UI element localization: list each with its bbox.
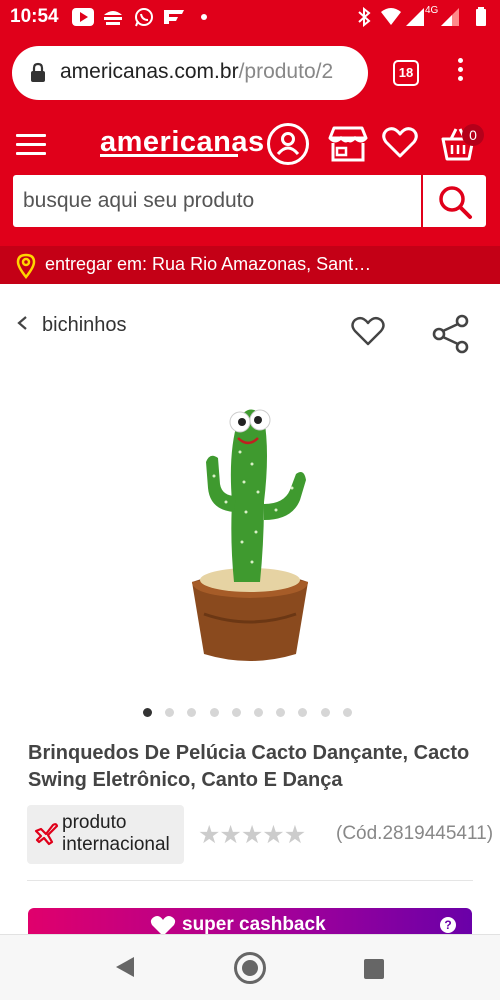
favorite-product-icon[interactable] bbox=[350, 316, 386, 348]
wifi-icon bbox=[381, 8, 401, 25]
cashback-label: super cashback bbox=[182, 914, 326, 935]
network-type: 4G bbox=[425, 5, 439, 16]
dot-icon bbox=[201, 14, 207, 20]
logo-underline bbox=[100, 154, 238, 157]
bluetooth-icon bbox=[358, 7, 371, 27]
carousel-dot[interactable] bbox=[342, 708, 352, 717]
account-icon[interactable] bbox=[266, 122, 310, 166]
browser-menu-icon[interactable] bbox=[452, 58, 468, 88]
international-label: produto internacional bbox=[62, 812, 170, 855]
carousel-dot[interactable] bbox=[298, 708, 308, 717]
back-icon[interactable] bbox=[114, 955, 136, 979]
carousel-dot[interactable] bbox=[209, 708, 219, 717]
system-navigation-bar bbox=[0, 934, 500, 1000]
divider bbox=[27, 880, 473, 881]
url-domain: americanas.com.br bbox=[60, 60, 239, 83]
carousel-dot[interactable] bbox=[320, 708, 330, 717]
signal-icon bbox=[441, 8, 459, 26]
product-rating[interactable]: ★★★★★ bbox=[198, 820, 306, 850]
share-icon[interactable] bbox=[432, 314, 470, 354]
status-time: 10:54 bbox=[10, 6, 59, 27]
lock-icon bbox=[31, 62, 45, 82]
whatsapp-icon bbox=[135, 8, 153, 27]
store-icon[interactable] bbox=[327, 126, 369, 162]
cart-count-badge: 0 bbox=[462, 124, 484, 146]
carousel-dot[interactable] bbox=[231, 708, 241, 717]
carousel-dot[interactable] bbox=[165, 708, 175, 717]
star-icon: ★ bbox=[283, 821, 306, 849]
status-bar: 10:54 4G bbox=[0, 0, 500, 34]
product-title: Brinquedos De Pelúcia Cacto Dançante, Ca… bbox=[28, 742, 470, 791]
url-bar[interactable]: americanas.com.br/produto/2 bbox=[12, 46, 368, 100]
location-pin-icon bbox=[16, 253, 36, 279]
product-code: (Cód.2819445411) bbox=[336, 823, 494, 844]
search-icon bbox=[439, 186, 472, 219]
url-text: americanas.com.br/produto/2 bbox=[60, 60, 360, 84]
star-icon: ★ bbox=[240, 821, 263, 849]
breadcrumb[interactable]: bichinhos bbox=[16, 314, 127, 337]
star-icon: ★ bbox=[262, 821, 284, 849]
international-product-badge: produto internacional bbox=[27, 805, 184, 864]
product-image[interactable] bbox=[180, 392, 320, 668]
airplane-icon bbox=[34, 823, 59, 846]
carousel-dot[interactable] bbox=[254, 708, 263, 717]
delivery-address: entregar em: Rua Rio Amazonas, Sant… bbox=[45, 254, 372, 274]
tab-switcher-button[interactable]: 18 bbox=[393, 60, 419, 86]
search-field bbox=[13, 175, 421, 227]
breadcrumb-label: bichinhos bbox=[42, 314, 127, 336]
recents-icon[interactable] bbox=[364, 959, 384, 979]
star-icon: ★ bbox=[219, 821, 241, 849]
carousel-dot[interactable] bbox=[143, 708, 152, 717]
star-icon: ★ bbox=[198, 821, 220, 849]
info-icon[interactable]: ? bbox=[440, 917, 456, 933]
ifood-icon bbox=[104, 11, 122, 25]
carousel-dot[interactable] bbox=[187, 708, 197, 717]
search-input[interactable] bbox=[13, 175, 421, 227]
flipboard-icon bbox=[164, 10, 184, 24]
chevron-left-icon bbox=[17, 316, 27, 330]
search-button[interactable] bbox=[421, 175, 486, 227]
browser-toolbar: americanas.com.br/produto/2 18 bbox=[0, 34, 500, 112]
carousel-dot[interactable] bbox=[276, 708, 286, 717]
url-path: /produto/2 bbox=[238, 60, 334, 83]
menu-icon[interactable] bbox=[16, 134, 46, 156]
home-icon[interactable] bbox=[234, 952, 266, 984]
site-header: americanas 0 bbox=[0, 112, 500, 246]
signal-icon bbox=[406, 8, 424, 26]
delivery-location-bar[interactable]: entregar em: Rua Rio Amazonas, Sant… bbox=[0, 246, 500, 284]
battery-icon bbox=[476, 7, 486, 26]
favorites-icon[interactable] bbox=[382, 127, 418, 159]
youtube-icon bbox=[72, 8, 94, 26]
